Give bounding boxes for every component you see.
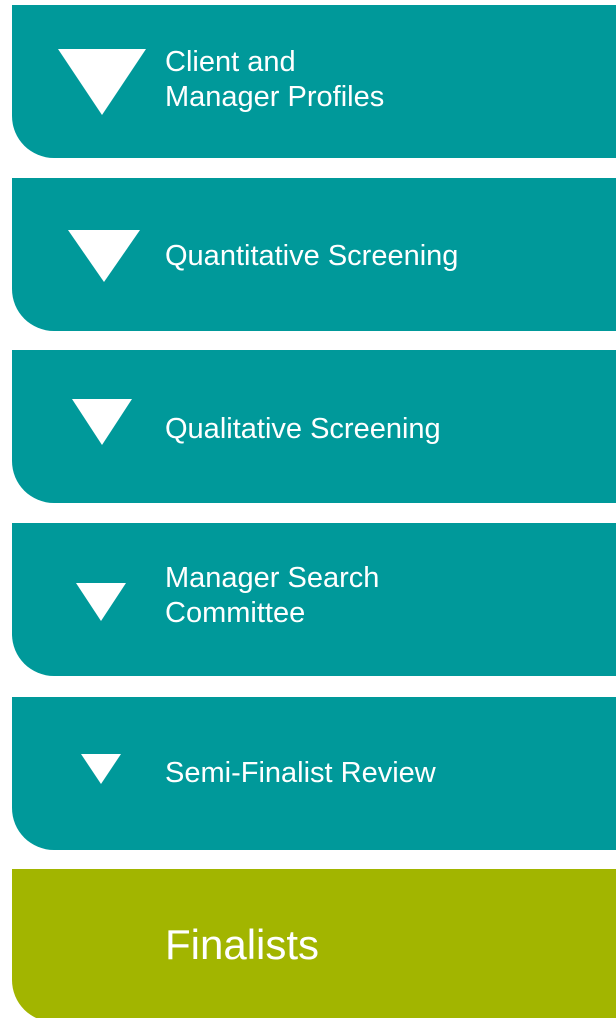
down-triangle-icon	[72, 399, 132, 445]
down-triangle-icon	[81, 754, 121, 784]
stage-label: Finalists	[165, 921, 320, 968]
stage-label: Client and Manager Profiles	[165, 46, 385, 113]
stage-label: Semi-Finalist Review	[165, 757, 436, 789]
stage-label: Quantitative Screening	[165, 240, 459, 272]
stage-semi-finalist-review: Semi-Finalist Review	[12, 697, 616, 850]
stage-client-and-manager-profiles: Client and Manager Profiles	[12, 5, 616, 158]
down-triangle-icon	[58, 49, 146, 115]
down-triangle-icon	[68, 230, 140, 282]
stage-quantitative-screening: Quantitative Screening	[12, 178, 616, 331]
selection-funnel-diagram: Client and Manager Profiles Quantitative…	[0, 0, 616, 1018]
stage-label: Manager Search Committee	[165, 562, 380, 629]
down-triangle-icon	[76, 583, 126, 621]
stage-qualitative-screening: Qualitative Screening	[12, 350, 616, 503]
stage-manager-search-committee: Manager Search Committee	[12, 523, 616, 676]
stage-label: Qualitative Screening	[165, 413, 441, 445]
stage-finalists: Finalists	[12, 869, 616, 1018]
